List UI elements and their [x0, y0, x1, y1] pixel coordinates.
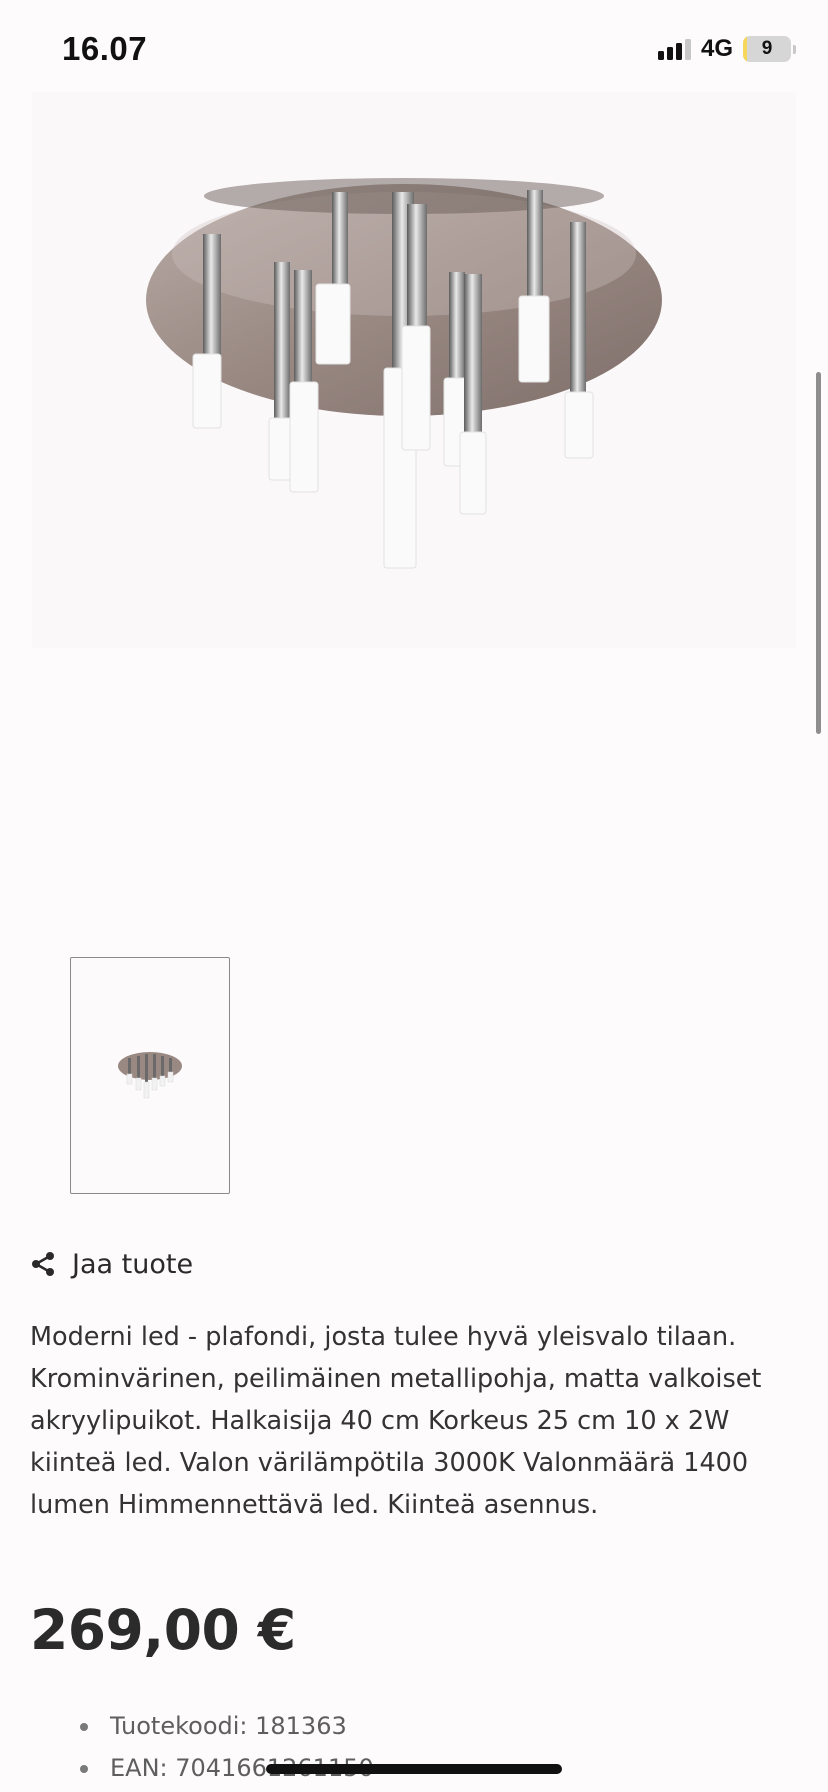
- battery-level-fill: [743, 36, 748, 62]
- product-price: 269,00 €: [30, 1598, 296, 1662]
- product-description: Moderni led - plafondi, josta tulee hyvä…: [30, 1322, 762, 1520]
- battery-cap: [793, 44, 796, 54]
- detail-product-code: Tuotekoodi: 181363: [80, 1708, 780, 1744]
- scrollbar-thumb[interactable]: [816, 372, 821, 734]
- network-type: 4G: [700, 35, 733, 62]
- home-indicator[interactable]: [266, 1764, 562, 1774]
- battery-icon: 9: [743, 36, 791, 62]
- status-indicators: 4G 9: [657, 34, 796, 64]
- status-bar: 16.07 4G 9: [0, 0, 828, 100]
- product-thumbnail[interactable]: [70, 957, 230, 1194]
- cellular-signal-icon: [657, 38, 691, 60]
- share-label: Jaa tuote: [72, 1248, 194, 1280]
- thumbnail-lamp-image: [118, 1052, 182, 1099]
- share-product-button[interactable]: Jaa tuote: [30, 1246, 193, 1282]
- status-time: 16.07: [62, 30, 148, 67]
- ceiling-lamp-illustration: [146, 178, 662, 569]
- battery-level: 9: [761, 38, 773, 59]
- share-icon: [32, 1252, 54, 1276]
- product-image[interactable]: [32, 92, 796, 648]
- product-details-list: Tuotekoodi: 181363 EAN: 7041661261150: [80, 1708, 780, 1792]
